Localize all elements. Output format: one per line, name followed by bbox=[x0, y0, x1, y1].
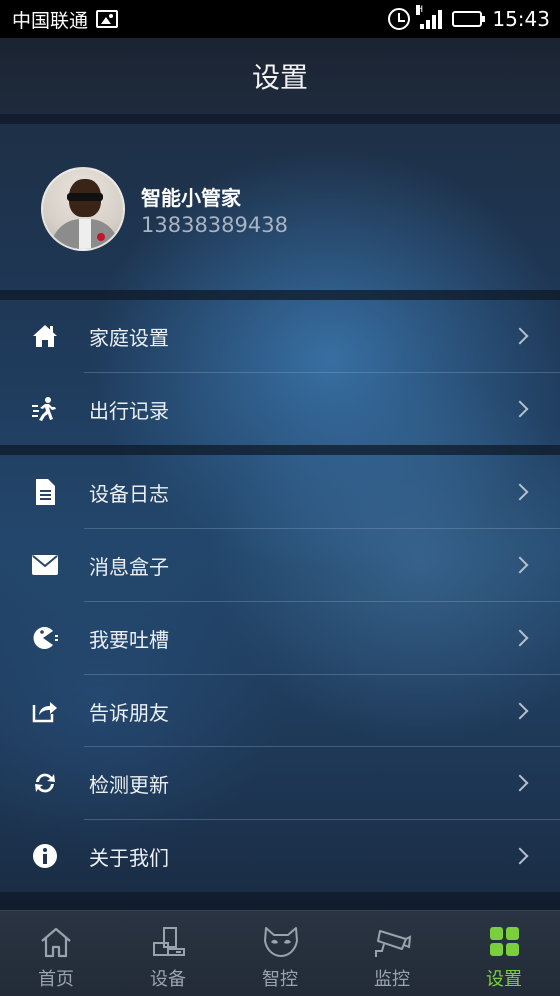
nav-tab-home[interactable]: 首页 bbox=[0, 911, 112, 996]
image-notification-icon bbox=[96, 10, 119, 28]
refresh-icon bbox=[31, 769, 59, 797]
nav-tab-label: 监控 bbox=[374, 969, 410, 990]
user-name: 智能小管家 bbox=[141, 186, 241, 210]
chevron-right-icon bbox=[511, 629, 529, 647]
page-title: 设置 bbox=[251, 61, 308, 94]
chevron-right-icon bbox=[511, 774, 529, 792]
home-icon bbox=[31, 322, 59, 350]
nav-tab-monitor[interactable]: 监控 bbox=[336, 911, 448, 996]
user-phone: 13838389438 bbox=[141, 213, 288, 237]
status-bar: 中国联通 H 15:43 bbox=[0, 0, 560, 38]
menu-item-label: 家庭设置 bbox=[89, 325, 169, 350]
section-separator bbox=[0, 445, 560, 455]
menu-item-label: 设备日志 bbox=[89, 481, 169, 506]
info-icon bbox=[31, 842, 59, 870]
nav-tab-devices[interactable]: 设备 bbox=[112, 911, 224, 996]
menu-item-label: 检测更新 bbox=[89, 772, 169, 797]
menu-item-label: 我要吐槽 bbox=[89, 627, 169, 652]
section-separator bbox=[0, 290, 560, 300]
avatar[interactable] bbox=[41, 167, 125, 251]
clock: 15:43 bbox=[492, 7, 550, 31]
nav-tab-label: 设置 bbox=[486, 969, 522, 990]
menu-item-label: 消息盒子 bbox=[89, 554, 169, 579]
menu-item-label: 出行记录 bbox=[89, 398, 169, 423]
chevron-right-icon bbox=[511, 702, 529, 720]
menu-item-tell-friends[interactable]: 告诉朋友 bbox=[0, 675, 560, 747]
nav-tab-settings[interactable]: 设置 bbox=[448, 911, 560, 996]
menu-item-home-settings[interactable]: 家庭设置 bbox=[0, 300, 560, 372]
share-icon bbox=[31, 697, 59, 725]
chevron-right-icon bbox=[511, 327, 529, 345]
chevron-right-icon bbox=[511, 847, 529, 865]
signal-icon: H bbox=[416, 5, 443, 29]
section-separator bbox=[0, 892, 560, 910]
menu-item-label: 关于我们 bbox=[89, 845, 169, 870]
camera-icon bbox=[374, 925, 412, 959]
alarm-icon bbox=[388, 8, 411, 30]
menu-item-feedback[interactable]: 我要吐槽 bbox=[0, 602, 560, 674]
envelope-icon bbox=[31, 551, 59, 579]
bottom-nav: 首页 设备 智控 监控 设置 bbox=[0, 910, 560, 996]
chevron-right-icon bbox=[511, 556, 529, 574]
section-separator bbox=[0, 114, 560, 124]
home-outline-icon bbox=[38, 925, 74, 959]
cat-mask-icon bbox=[262, 925, 298, 959]
chevron-right-icon bbox=[511, 400, 529, 418]
menu-item-travel-records[interactable]: 出行记录 bbox=[0, 373, 560, 445]
menu-item-about-us[interactable]: 关于我们 bbox=[0, 820, 560, 892]
network-type-label: H bbox=[416, 5, 424, 15]
carrier-label: 中国联通 bbox=[12, 9, 89, 32]
nav-tab-label: 智控 bbox=[262, 969, 298, 990]
menu-item-message-box[interactable]: 消息盒子 bbox=[0, 529, 560, 601]
user-profile[interactable]: 智能小管家 13838389438 bbox=[0, 124, 560, 290]
page-header: 设置 bbox=[0, 38, 560, 114]
menu-item-device-log[interactable]: 设备日志 bbox=[0, 456, 560, 528]
pacman-icon bbox=[31, 624, 59, 652]
nav-tab-label: 设备 bbox=[150, 969, 186, 990]
devices-icon bbox=[150, 925, 186, 959]
menu-item-label: 告诉朋友 bbox=[89, 700, 169, 725]
running-person-icon bbox=[31, 395, 59, 423]
document-icon bbox=[31, 478, 59, 506]
battery-icon bbox=[452, 11, 486, 27]
chevron-right-icon bbox=[511, 483, 529, 501]
nav-tab-smart-control[interactable]: 智控 bbox=[224, 911, 336, 996]
menu-item-check-update[interactable]: 检测更新 bbox=[0, 747, 560, 819]
grid-icon bbox=[486, 925, 522, 959]
nav-tab-label: 首页 bbox=[38, 969, 74, 990]
